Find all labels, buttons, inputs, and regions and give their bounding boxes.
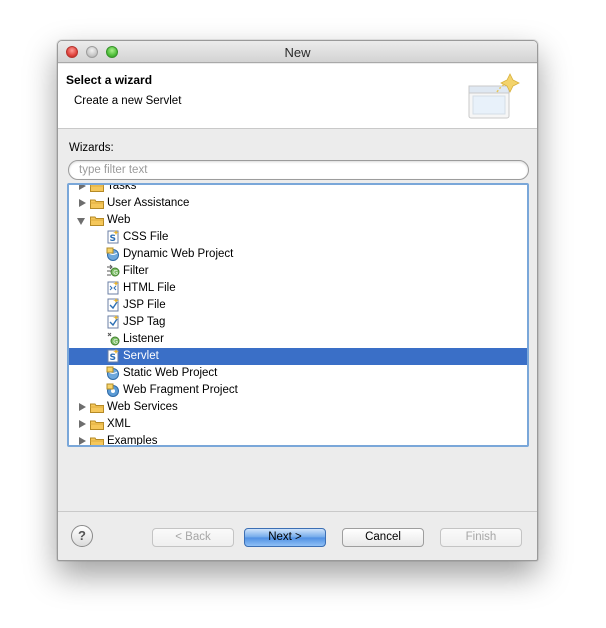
wizard-filter-input[interactable] — [68, 160, 529, 180]
folder-icon — [90, 185, 104, 192]
svg-text:S: S — [110, 353, 116, 363]
tree-item-label: Static Web Project — [123, 367, 218, 379]
tree-row-listener[interactable]: G Listener — [69, 331, 527, 348]
tree-row-servlet[interactable]: S Servlet — [69, 348, 527, 365]
tree-row-css-file[interactable]: S CSS File — [69, 229, 527, 246]
new-wizard-banner-icon — [468, 73, 520, 119]
tree-item-label: Web — [107, 214, 131, 226]
tree-item-label: Listener — [123, 333, 164, 345]
wizard-header: Select a wizard Create a new Servlet — [58, 64, 537, 129]
back-button[interactable]: < Back — [152, 528, 234, 547]
tree-row-html-file[interactable]: HTML File — [69, 280, 527, 297]
help-button[interactable]: ? — [71, 525, 93, 547]
disclosure-closed-icon[interactable] — [79, 420, 86, 428]
tree-item-label: Dynamic Web Project — [123, 248, 234, 260]
tree-item-label: Filter — [123, 265, 149, 277]
tree-row-tasks[interactable]: Tasks — [69, 183, 527, 195]
finish-button[interactable]: Finish — [440, 528, 522, 547]
disclosure-closed-icon[interactable] — [79, 185, 86, 190]
wizards-label: Wizards: — [69, 142, 114, 154]
tree-row-xml[interactable]: XML — [69, 416, 527, 433]
folder-icon — [90, 403, 104, 413]
tree-item-label: HTML File — [123, 282, 176, 294]
jsp-tag-icon — [107, 315, 119, 329]
tree-item-label: User Assistance — [107, 197, 190, 209]
folder-icon — [90, 199, 104, 209]
tree-row-static-web-project[interactable]: Static Web Project — [69, 365, 527, 382]
tree-item-label: CSS File — [123, 231, 169, 243]
html-file-icon — [107, 281, 119, 295]
svg-text:G: G — [113, 270, 118, 277]
wizard-tree[interactable]: Tasks User Assistance Web S CSS File Dynamic … — [67, 183, 529, 447]
tree-item-label: JSP Tag — [123, 316, 166, 328]
new-wizard-dialog: New Select a wizard Create a new Servlet… — [57, 40, 538, 561]
svg-text:G: G — [113, 339, 118, 346]
css-file-icon: S — [107, 230, 119, 244]
tree-item-label: Servlet — [123, 350, 159, 362]
wizard-header-description: Create a new Servlet — [74, 95, 182, 107]
tree-row-web-fragment-project[interactable]: Web Fragment Project — [69, 382, 527, 399]
disclosure-closed-icon[interactable] — [79, 199, 86, 207]
tree-item-label: XML — [107, 418, 131, 430]
tree-row-jsp-tag[interactable]: JSP Tag — [69, 314, 527, 331]
tree-item-label: Web Services — [107, 401, 178, 413]
servlet-icon: S — [107, 349, 119, 363]
tree-row-web[interactable]: Web — [69, 212, 527, 229]
disclosure-closed-icon[interactable] — [79, 437, 86, 445]
jsp-file-icon — [107, 298, 119, 312]
window-title: New — [284, 45, 311, 60]
folder-icon — [90, 437, 104, 445]
web-fragment-project-icon — [106, 383, 119, 397]
disclosure-open-icon[interactable] — [77, 218, 85, 225]
tree-row-user-assistance[interactable]: User Assistance — [69, 195, 527, 212]
tree-item-label: Tasks — [107, 183, 137, 192]
cancel-button[interactable]: Cancel — [342, 528, 424, 547]
tree-row-jsp-file[interactable]: JSP File — [69, 297, 527, 314]
disclosure-closed-icon[interactable] — [79, 403, 86, 411]
tree-row-examples[interactable]: Examples — [69, 433, 527, 447]
next-button[interactable]: Next > — [244, 528, 326, 547]
tree-row-web-services[interactable]: Web Services — [69, 399, 527, 416]
folder-icon — [90, 216, 104, 226]
dynamic-web-project-icon — [106, 247, 119, 261]
title-bar[interactable]: New — [58, 41, 537, 63]
footer-divider — [58, 511, 537, 512]
tree-item-label: Web Fragment Project — [123, 384, 238, 396]
tree-row-filter[interactable]: G Filter — [69, 263, 527, 280]
folder-icon — [90, 420, 104, 430]
tree-item-label: Examples — [107, 435, 158, 447]
listener-icon: G — [107, 332, 120, 346]
tree-row-dynamic-web-project[interactable]: Dynamic Web Project — [69, 246, 527, 263]
tree-item-label: JSP File — [123, 299, 166, 311]
static-web-project-icon — [106, 366, 119, 380]
wizard-header-title: Select a wizard — [66, 73, 153, 87]
svg-text:S: S — [110, 234, 116, 244]
filter-icon: G — [107, 264, 120, 277]
